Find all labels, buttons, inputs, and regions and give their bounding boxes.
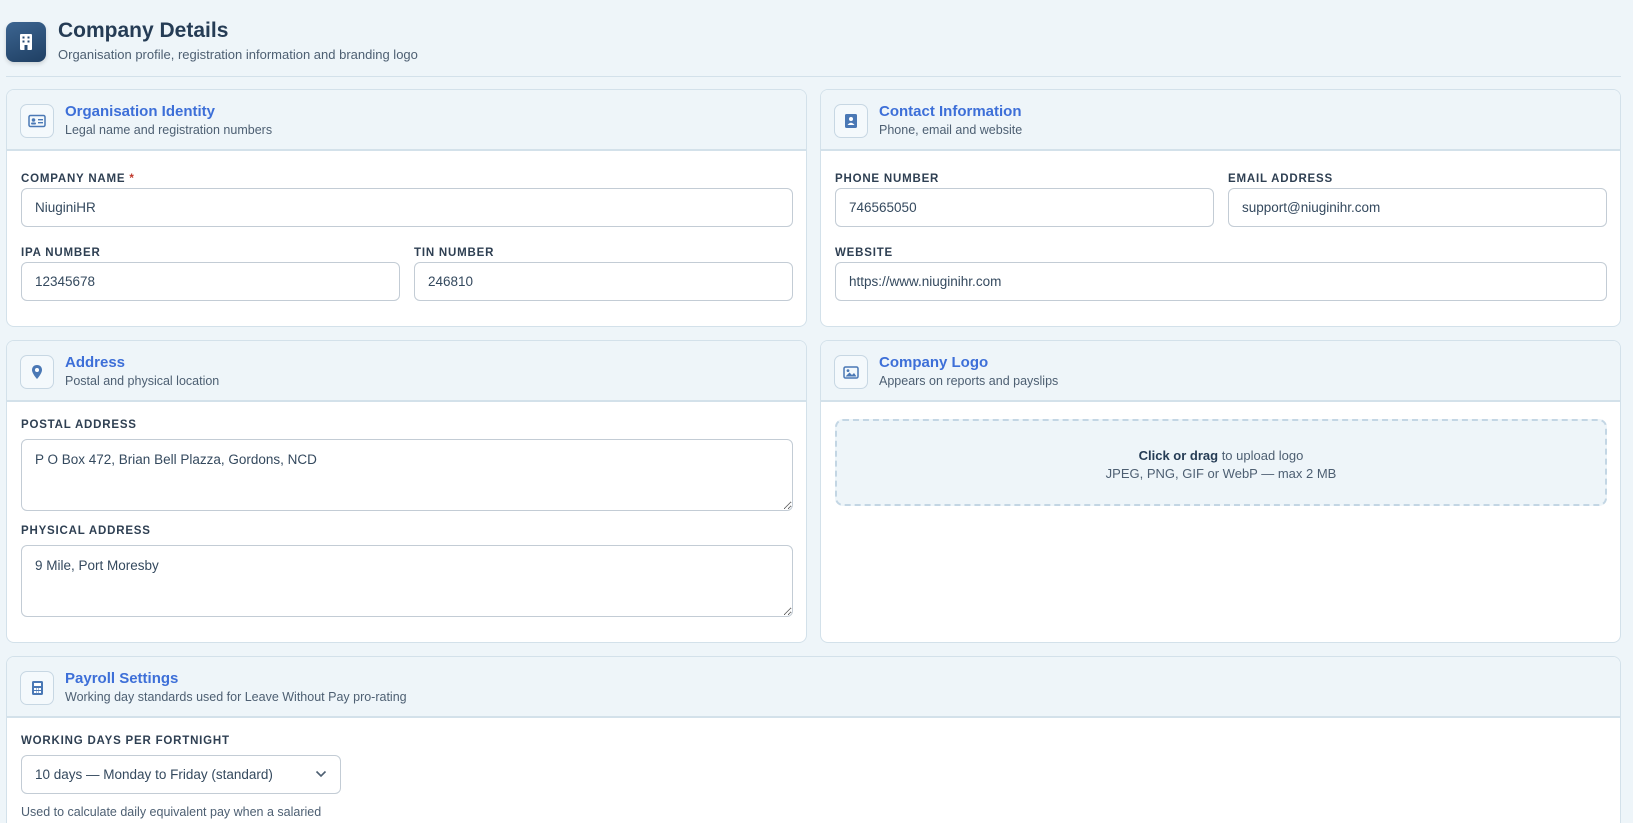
website-label: Website	[835, 247, 893, 259]
address-card: Address Postal and physical location Pos…	[6, 340, 807, 643]
card-header: Company Logo Appears on reports and pays…	[821, 341, 1620, 402]
map-pin-icon	[20, 355, 54, 389]
phone-number-input[interactable]	[835, 188, 1214, 227]
card-title: Address	[65, 354, 126, 371]
organisation-identity-card: Organisation Identity Legal name and reg…	[6, 89, 807, 327]
card-subtitle: Appears on reports and payslips	[879, 374, 1059, 388]
postal-address-label: Postal Address	[21, 419, 137, 431]
page-subtitle: Organisation profile, registration infor…	[58, 47, 418, 62]
phone-number-label: Phone Number	[835, 173, 940, 185]
working-days-helper-text: Used to calculate daily equivalent pay w…	[21, 805, 322, 819]
website-input[interactable]	[835, 262, 1607, 301]
upload-strong-text: Click or drag	[1138, 448, 1219, 463]
working-days-select[interactable]: 10 days — Monday to Friday (standard)	[21, 755, 341, 794]
physical-address-textarea[interactable]: 9 Mile, Port Moresby	[21, 545, 793, 617]
required-marker: *	[129, 173, 135, 185]
card-subtitle: Phone, email and website	[879, 123, 1023, 137]
email-address-input[interactable]	[1228, 188, 1607, 227]
contact-book-icon	[834, 104, 868, 138]
company-name-input[interactable]	[21, 188, 793, 227]
card-subtitle: Postal and physical location	[65, 374, 220, 388]
contact-information-card: Contact Information Phone, email and web…	[820, 89, 1621, 327]
physical-address-label: Physical Address	[21, 525, 151, 537]
upload-instructions: Click or drag to upload logo	[837, 447, 1605, 465]
ipa-number-input[interactable]	[21, 262, 400, 301]
tin-number-input[interactable]	[414, 262, 793, 301]
card-header: Payroll Settings Working day standards u…	[7, 657, 1620, 718]
calculator-icon	[20, 671, 54, 705]
card-title: Company Logo	[879, 354, 989, 371]
card-subtitle: Working day standards used for Leave Wit…	[65, 690, 407, 704]
card-header: Contact Information Phone, email and web…	[821, 90, 1620, 151]
card-title: Contact Information	[879, 103, 1022, 120]
page-title: Company Details	[58, 19, 229, 42]
company-name-label: Company Name *	[21, 173, 135, 185]
logo-upload-dropzone[interactable]: Click or drag to upload logo JPEG, PNG, …	[835, 419, 1607, 506]
image-icon	[834, 355, 868, 389]
card-header: Address Postal and physical location	[7, 341, 806, 402]
ipa-number-label: IPA Number	[21, 247, 101, 259]
page-header: Company Details Organisation profile, re…	[6, 0, 1621, 77]
page: Company Details Organisation profile, re…	[0, 0, 1633, 823]
building-icon	[6, 22, 46, 62]
card-title: Organisation Identity	[65, 103, 216, 120]
chevron-down-icon	[314, 767, 328, 784]
card-header: Organisation Identity Legal name and reg…	[7, 90, 806, 151]
upload-hint: JPEG, PNG, GIF or WebP — max 2 MB	[1105, 466, 1337, 481]
postal-address-textarea[interactable]: P O Box 472, Brian Bell Plazza, Gordons,…	[21, 439, 793, 511]
company-logo-card: Company Logo Appears on reports and pays…	[820, 340, 1621, 643]
working-days-label: Working Days Per Fortnight	[21, 735, 230, 747]
id-card-icon	[20, 104, 54, 138]
email-address-label: Email Address	[1228, 173, 1333, 185]
company-name-label-text: Company Name	[21, 173, 126, 185]
upload-rest-text: to upload logo	[1218, 448, 1304, 463]
selected-value: 10 days — Monday to Friday (standard)	[35, 767, 273, 782]
card-subtitle: Legal name and registration numbers	[65, 123, 273, 137]
tin-number-label: TIN Number	[414, 247, 495, 259]
card-title: Payroll Settings	[65, 670, 179, 687]
payroll-settings-card: Payroll Settings Working day standards u…	[6, 656, 1621, 823]
